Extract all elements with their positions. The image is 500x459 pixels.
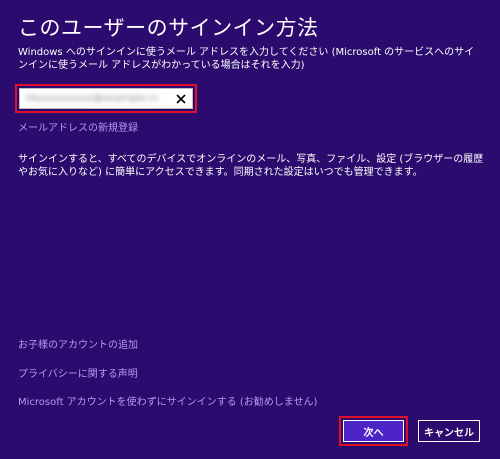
cancel-button[interactable]: キャンセル (418, 420, 480, 442)
page-description: Windows へのサインインに使うメール アドレスを入力してください (Mic… (18, 47, 475, 71)
close-icon (176, 93, 186, 104)
signin-screen: このユーザーのサインイン方法 Windows へのサインインに使うメール アドレ… (0, 0, 500, 459)
signin-info-text: サインインすると、すべてのデバイスでオンラインのメール、写真、ファイル、設定 (… (18, 154, 484, 178)
register-email-link[interactable]: メールアドレスの新規登録 (18, 122, 138, 135)
privacy-statement-link[interactable]: プライバシーに関する声明 (18, 368, 138, 381)
clear-button[interactable] (174, 90, 188, 107)
next-button[interactable]: 次へ (343, 420, 404, 442)
page-title: このユーザーのサインイン方法 (18, 16, 319, 40)
local-account-link[interactable]: Microsoft アカウントを使わずにサインインする (お勧めしません) (18, 396, 317, 409)
email-value: Hxxxxxxxxxx@example.com (26, 93, 158, 104)
add-child-account-link[interactable]: お子様のアカウントの追加 (18, 339, 138, 352)
email-field-highlight: Hxxxxxxxxxx@example.com (15, 84, 197, 113)
next-button-highlight: 次へ (339, 416, 408, 446)
email-field[interactable]: Hxxxxxxxxxx@example.com (19, 88, 193, 109)
